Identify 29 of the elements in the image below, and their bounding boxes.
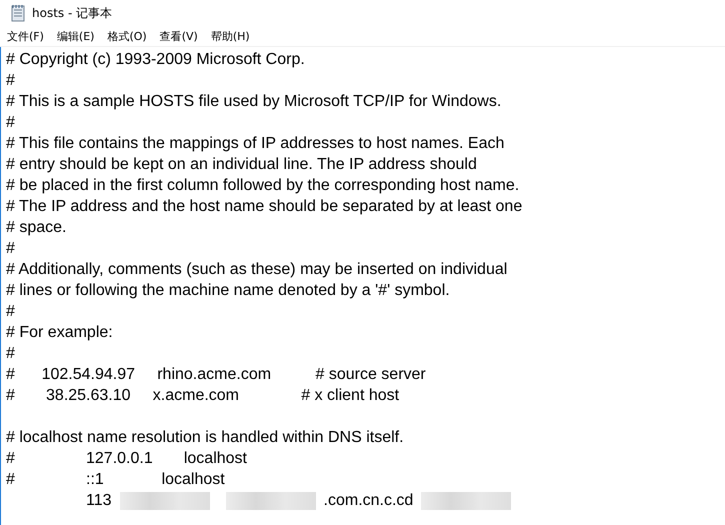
text-line: # (6, 71, 15, 91)
text-line: # 102.54.94.97 rhino.acme.com # source server (6, 365, 426, 385)
menu-item[interactable]: 帮助(H) (210, 28, 250, 44)
text-line: # Copyright (c) 1993-2009 Microsoft Corp. (6, 50, 305, 70)
text-line: # (6, 344, 15, 364)
text-line: .com.cn.c.cd (324, 491, 414, 511)
text-line: # lines or following the machine name denoted by a '#' symbol. (6, 281, 450, 301)
text-line: # For example: (6, 323, 113, 343)
text-line: # ::1 localhost (6, 470, 225, 490)
text-line: # The IP address and the host name should be separated by at least one (6, 197, 522, 217)
menu-item[interactable]: 编辑(E) (56, 28, 94, 44)
text-line: 113 (85, 491, 112, 511)
text-line: # localhost name resolution is handled within DNS itself. (6, 428, 404, 448)
text-line: # Additionally, comments (such as these) may be inserted on individual (6, 260, 508, 280)
menu-item[interactable]: 查看(V) (160, 28, 198, 44)
text-line: # This is a sample HOSTS file used by Microsoft TCP/IP for Windows. (6, 92, 502, 112)
notepad-icon (10, 4, 26, 22)
text-line: # space. (6, 218, 66, 238)
window-title: hosts - 记事本 (32, 4, 112, 22)
text-line: # (6, 239, 15, 259)
text-line: # 127.0.0.1 localhost (6, 449, 247, 469)
menu-item[interactable]: 格式(O) (107, 28, 147, 44)
text-line: # This file contains the mappings of IP addresses to host names. Each (6, 134, 504, 154)
text-line: # (6, 302, 15, 322)
text-line: # be placed in the first column followed by the corresponding host name. (6, 176, 520, 196)
text-line: # 38.25.63.10 x.acme.com # x client host (6, 386, 400, 406)
menu-item[interactable]: 文件(F) (7, 28, 44, 44)
text-line: # entry should be kept on an individual line. The IP address should (6, 155, 477, 175)
text-line: # (6, 113, 15, 133)
